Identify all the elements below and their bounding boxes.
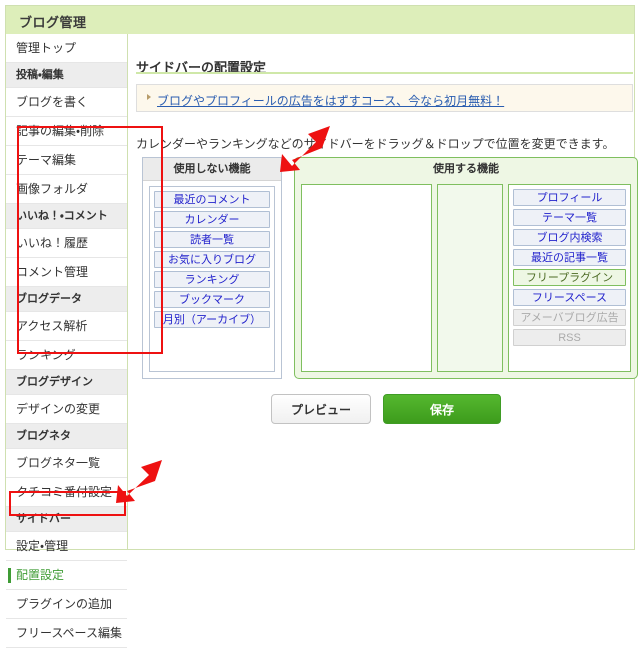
sidebar-item-label: ブログを書く [16, 95, 89, 109]
sidebar-section-9: ブログデータ [6, 287, 127, 312]
sidebar-item-0[interactable]: 管理トップ [6, 34, 127, 63]
bullet-arrow-icon [147, 94, 151, 100]
sidebar-item-label: フリースペース編集 [16, 626, 122, 640]
sidebar-item-label: 設定・管理 [16, 539, 69, 553]
widget-chip[interactable]: フリースペース [513, 289, 626, 306]
sidebar-item-label: ランキング [16, 348, 76, 362]
sidebar-item-label: 投稿・編集 [16, 69, 64, 81]
sidebar-item-label: いいね！履歴 [16, 236, 89, 250]
used-panel-header: 使用する機能 [433, 163, 499, 175]
sidebar-item-20[interactable]: プラグインの追加 [6, 590, 127, 619]
widget-chip[interactable]: カレンダー [154, 211, 270, 228]
used-column-right[interactable]: プロフィール テーマ一覧ブログ内検索 最近の記事一覧 フリープラグイン フリースペースア… [508, 184, 631, 372]
sidebar-section-6: いいね！・コメント [6, 204, 127, 229]
widget-chip[interactable]: ブログ内検索 [513, 229, 626, 246]
widget-chip[interactable]: お気に入りブログ [154, 251, 270, 268]
sidebar-item-21[interactable]: フリースペース編集 [6, 619, 127, 648]
sidebar-item-label: サイドバー [16, 513, 71, 525]
used-features-panel: 使用する機能 プロフィール テーマ一覧ブログ内検索 最近の記事一覧 フリープラグインフ… [294, 157, 638, 379]
sidebar-item-16[interactable]: クチコミ番付設定 [6, 478, 127, 507]
sidebar-item-label: コメント管理 [16, 265, 89, 279]
sidebar-section-1: 投稿・編集 [6, 63, 127, 88]
preview-button[interactable]: プレビュー [271, 394, 371, 424]
widget-chip[interactable]: ランキング [154, 271, 270, 288]
widget-chip[interactable]: プロフィール [513, 189, 626, 206]
sidebar-item-10[interactable]: アクセス解析 [6, 312, 127, 341]
widget-chip[interactable]: 最近の記事一覧 [513, 249, 626, 266]
sidebar-item-7[interactable]: いいね！履歴 [6, 229, 127, 258]
sidebar-section-14: ブログネタ [6, 424, 127, 449]
widget-chip[interactable]: 読者一覧 [154, 231, 270, 248]
sidebar-item-label: クチコミ番付設定 [16, 485, 113, 499]
unused-features-panel: 使用しない機能 最近のコメント カレンダー読者一覧お気に入りブログ ランキングブック… [142, 157, 282, 379]
save-button[interactable]: 保存 [383, 394, 501, 424]
sidebar-item-label: ブログデザイン [16, 376, 93, 388]
used-features-columns: プロフィール テーマ一覧ブログ内検索 最近の記事一覧 フリープラグイン フリースペースア… [301, 184, 631, 372]
promo-banner[interactable]: ブログやプロフィールの広告をはずすコース、今なら初月無料！ [136, 84, 633, 112]
sidebar-item-label: いいね！・コメント [16, 210, 108, 222]
sidebar-item-4[interactable]: テーマ編集 [6, 146, 127, 175]
sidebar-nav: 管理トップ投稿・編集ブログを書く記事の編集・削除 テーマ編集画像フォルダいいね！・… [6, 34, 128, 648]
app-title: ブログ管理 [19, 15, 87, 30]
used-column-center[interactable] [437, 184, 503, 372]
sidebar-item-label: 配置設定 [16, 568, 65, 582]
widget-chip[interactable]: テーマ一覧 [513, 209, 626, 226]
unused-features-dropzone[interactable]: 最近のコメント カレンダー読者一覧お気に入りブログ ランキングブックマーク 月別（アー… [149, 186, 275, 372]
sidebar-item-19[interactable]: 配置設定 [6, 561, 127, 590]
widget-chip[interactable]: ブックマーク [154, 291, 270, 308]
sidebar-item-label: 画像フォルダ [16, 182, 89, 196]
sidebar-item-label: 記事の編集・削除 [16, 124, 105, 138]
widget-chip: アメーバブログ広告 [513, 309, 626, 326]
sidebar-item-label: アクセス解析 [16, 319, 88, 333]
app-header: ブログ管理 [6, 6, 634, 34]
sidebar-item-2[interactable]: ブログを書く [6, 88, 127, 117]
page-frame: ブログ管理 管理トップ投稿・編集ブログを書く記事の編集・削除 テーマ編集画像フォル… [5, 5, 638, 648]
sidebar-item-label: ブログネタ [16, 430, 71, 442]
sidebar-item-label: デザインの変更 [16, 402, 101, 416]
widget-chip[interactable]: フリープラグイン [513, 269, 626, 286]
unused-panel-header: 使用しない機能 [143, 158, 281, 181]
title-divider [136, 72, 633, 74]
sidebar-item-3[interactable]: 記事の編集・削除 [6, 117, 127, 146]
sidebar-item-5[interactable]: 画像フォルダ [6, 175, 127, 204]
current-item-marker [8, 568, 11, 583]
sidebar-item-label: プラグインの追加 [16, 597, 113, 611]
sidebar-section-17: サイドバー [6, 507, 127, 532]
sidebar-item-label: テーマ編集 [16, 153, 77, 167]
sidebar-section-12: ブログデザイン [6, 370, 127, 395]
widget-chip[interactable]: 最近のコメント [154, 191, 270, 208]
action-buttons: プレビュー 保存 [271, 394, 501, 424]
sidebar-item-label: ブログネタ一覧 [16, 456, 101, 470]
sidebar-item-15[interactable]: ブログネタ一覧 [6, 449, 127, 478]
sidebar-item-8[interactable]: コメント管理 [6, 258, 127, 287]
sidebar-item-18[interactable]: 設定・管理 [6, 532, 127, 561]
sidebar-item-label: ブログデータ [16, 293, 82, 305]
sidebar-item-13[interactable]: デザインの変更 [6, 395, 127, 424]
used-column-left[interactable] [301, 184, 432, 372]
main-content: サイドバーの配置設定 ブログやプロフィールの広告をはずすコース、今なら初月無料！… [128, 34, 638, 549]
sidebar-item-11[interactable]: ランキング [6, 341, 127, 370]
sidebar-item-label: 管理トップ [16, 41, 77, 55]
widget-chip: RSS [513, 329, 626, 346]
promo-link[interactable]: ブログやプロフィールの広告をはずすコース、今なら初月無料！ [157, 92, 504, 109]
instruction-text: カレンダーやランキングなどのサイドバーをドラッグ＆ドロップで位置を変更できます。 [136, 137, 615, 151]
widget-chip[interactable]: 月別（アーカイブ） [154, 311, 270, 328]
